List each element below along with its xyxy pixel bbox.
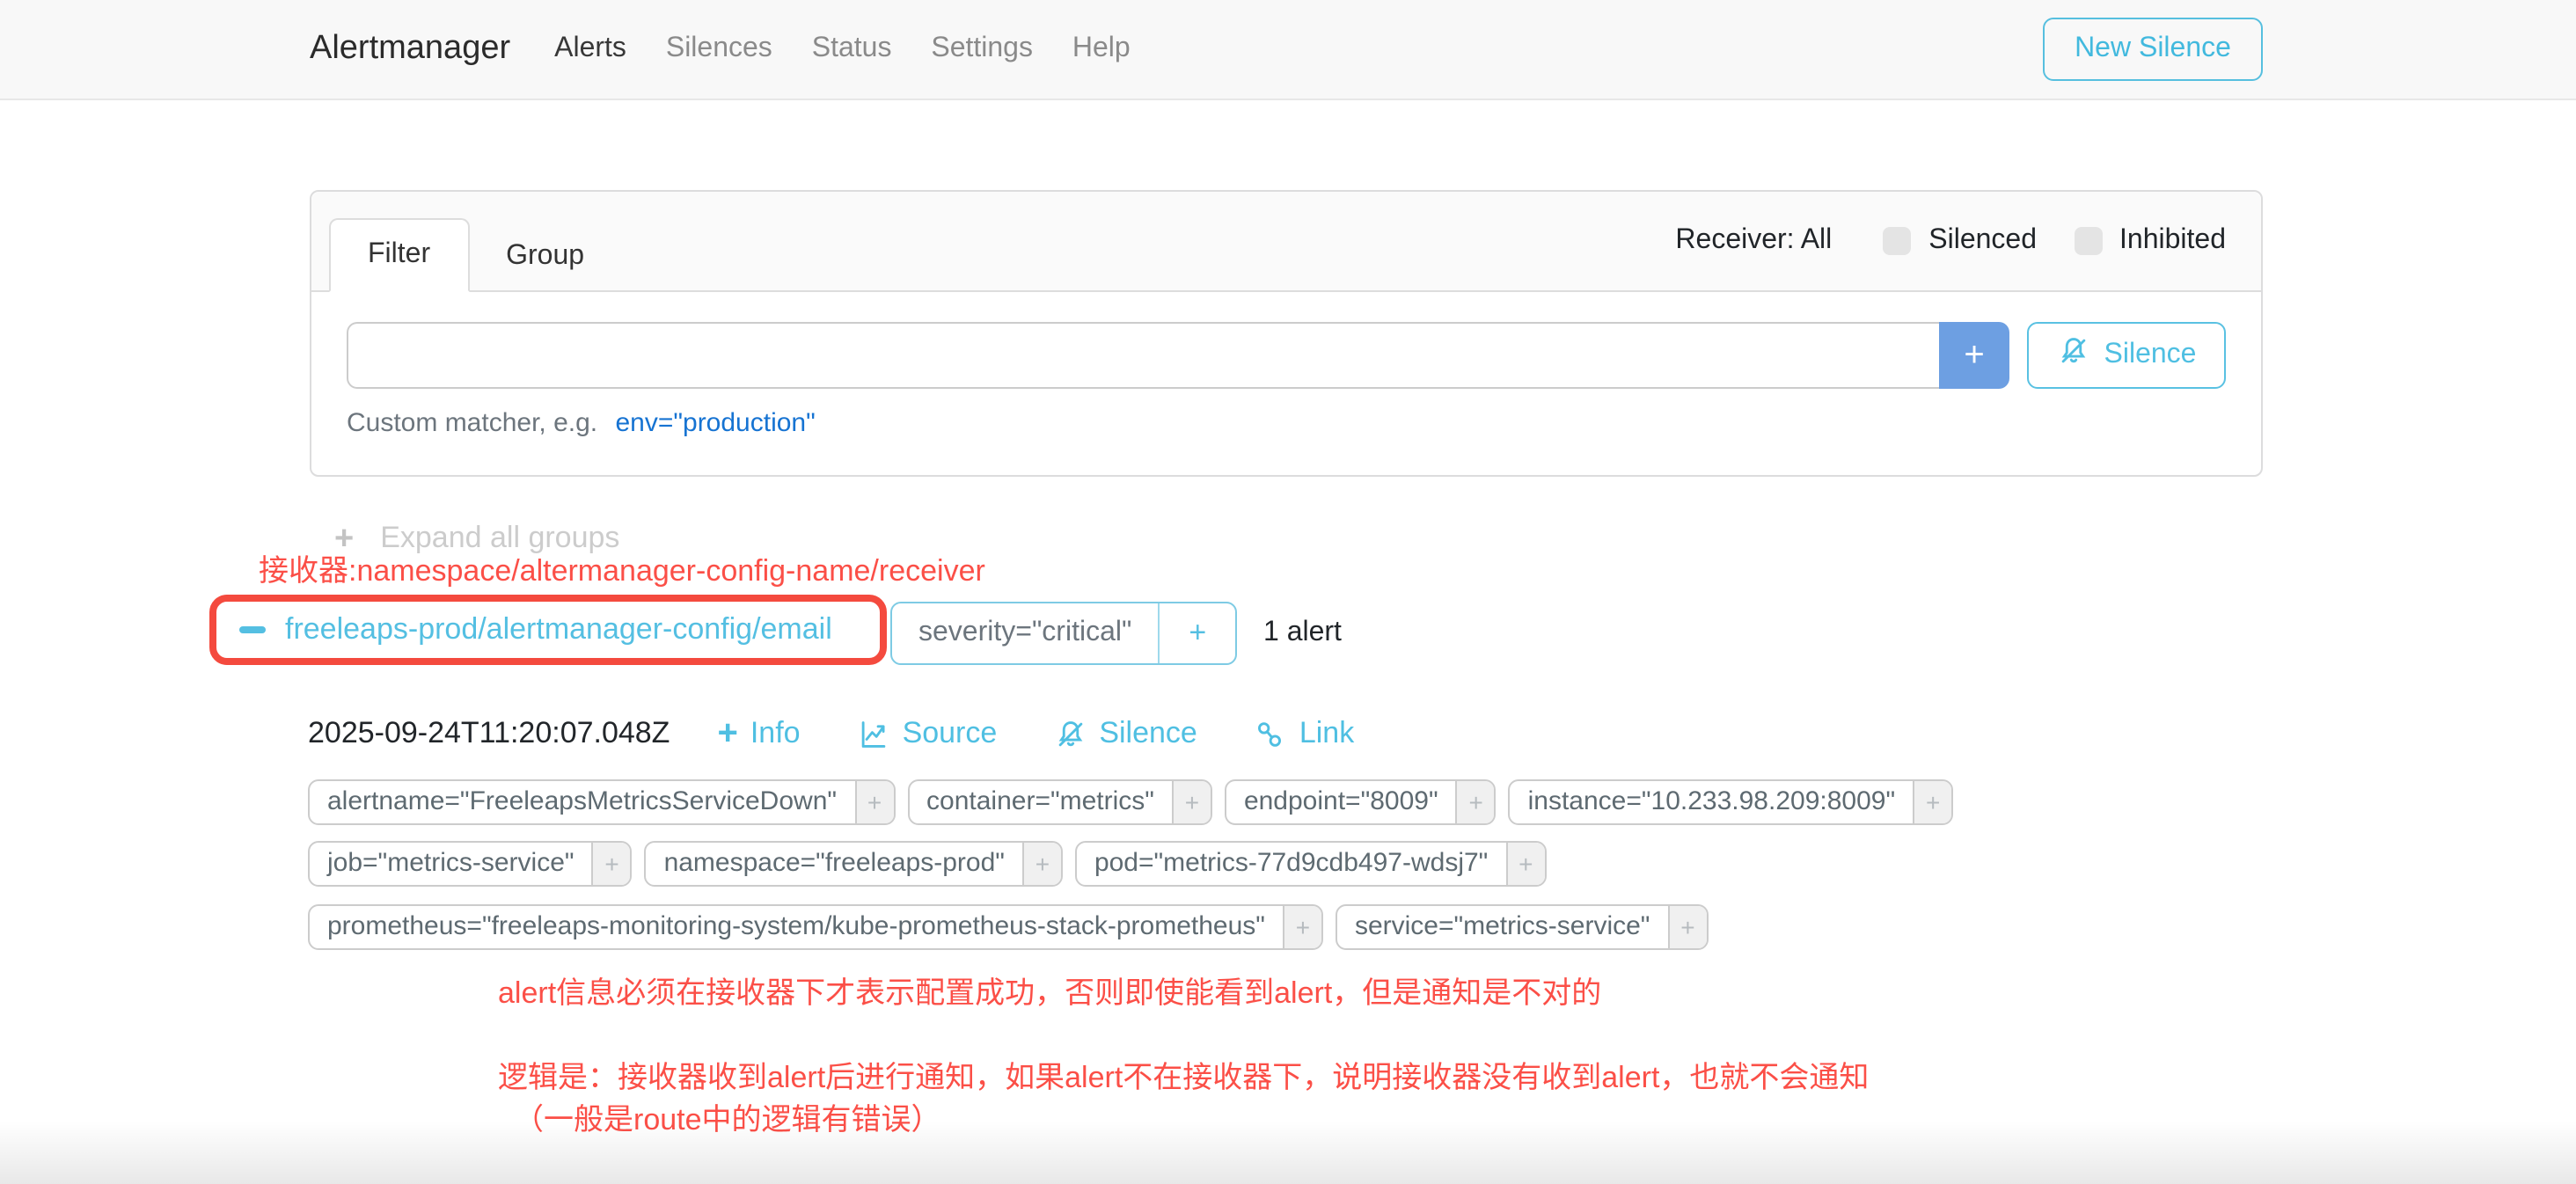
add-label-filter-button[interactable]: + [1913,781,1951,823]
label-text: endpoint="8009" [1226,781,1456,823]
label-text: instance="10.233.98.209:8009" [1511,781,1914,823]
nav-settings[interactable]: Settings [931,33,1033,63]
label-text: prometheus="freeleaps-monitoring-system/… [310,906,1283,948]
label-text: pod="metrics-77d9cdb497-wdsj7" [1077,843,1505,885]
add-label-filter-button[interactable]: + [1456,781,1495,823]
silenced-checkbox[interactable] [1883,227,1911,255]
alert-timestamp: 2025-09-24T11:20:07.048Z [308,716,670,751]
matcher-input[interactable] [347,322,1939,389]
add-label-filter-button[interactable]: + [1022,843,1061,885]
label-text: container="metrics" [909,781,1172,823]
bell-slash-icon [2057,334,2090,376]
label-chip-container: container="metrics" + [907,779,1212,825]
silence-button[interactable]: Silence [2027,322,2226,389]
plus-icon: + [717,716,737,751]
bell-slash-icon [1053,717,1087,750]
link-label: Link [1299,716,1354,751]
silence-button-label: Silence [2104,340,2197,371]
tab-group[interactable]: Group [469,222,621,292]
silenced-checkbox-label: Silenced [1928,225,2037,257]
label-chip-endpoint: endpoint="8009" + [1225,779,1497,825]
new-silence-button[interactable]: New Silence [2043,18,2263,81]
add-group-matcher-button[interactable]: + [1160,603,1235,663]
annotation-note-1: alert信息必须在接收器下才表示配置成功，否则即使能看到alert，但是通知是… [498,968,1601,1012]
group-matcher-chip: severity="critical" + [890,602,1237,665]
main-nav: Alerts Silences Status Settings Help [554,33,1162,65]
info-toggle-link[interactable]: + Info [717,716,800,751]
add-label-filter-button[interactable]: + [592,843,631,885]
page: Alertmanager Alerts Silences Status Sett… [0,0,2576,1184]
annotation-receiver-note: 接收器:namespace/altermanager-config-name/r… [259,545,985,589]
matcher-hint: Custom matcher, e.g. env="production" [347,408,2226,438]
inhibited-checkbox[interactable] [2074,227,2102,255]
matcher-example-link[interactable]: env="production" [615,408,815,438]
label-text: service="metrics-service" [1337,906,1668,948]
add-label-filter-button[interactable]: + [1172,781,1211,823]
label-chip-prometheus: prometheus="freeleaps-monitoring-system/… [308,904,1323,950]
silenced-checkbox-row[interactable]: Silenced [1883,225,2037,257]
alert-count: 1 alert [1263,602,1342,665]
label-chip-namespace: namespace="freeleaps-prod" + [645,841,1063,887]
label-chip-job: job="metrics-service" + [308,841,633,887]
alert-labels-row-1: alertname="FreeleapsMetricsServiceDown" … [308,779,1953,825]
label-chip-pod: pod="metrics-77d9cdb497-wdsj7" + [1075,841,1546,887]
filter-panel-header: Filter Group Receiver: All Silenced Inhi… [311,192,2261,292]
nav-status[interactable]: Status [812,33,892,63]
generator-link[interactable]: Link [1254,716,1354,751]
inhibited-checkbox-row[interactable]: Inhibited [2074,225,2226,257]
alert-labels-row-2: job="metrics-service" + namespace="freel… [308,841,1546,887]
add-label-filter-button[interactable]: + [1667,906,1706,948]
nav-alerts[interactable]: Alerts [554,33,626,63]
link-icon [1254,717,1287,750]
add-label-filter-button[interactable]: + [1283,906,1321,948]
add-matcher-button[interactable]: + [1939,322,2009,389]
add-label-filter-button[interactable]: + [854,781,893,823]
label-text: namespace="freeleaps-prod" [647,843,1022,885]
silence-alert-label: Silence [1099,716,1197,751]
receiver-group-label: freeleaps-prod/alertmanager-config/email [285,612,832,647]
inhibited-checkbox-label: Inhibited [2119,225,2226,257]
tab-filter[interactable]: Filter [329,218,469,292]
nav-silences[interactable]: Silences [666,33,772,63]
nav-help[interactable]: Help [1072,33,1131,63]
app-brand[interactable]: Alertmanager [310,30,510,69]
filter-panel-body: + Silence Custom matcher, e.g. env="prod… [311,292,2261,438]
annotation-note-2: 逻辑是：接收器收到alert后进行通知，如果alert不在接收器下，说明接收器没… [498,1052,1869,1096]
panel-tabs: Filter Group [329,218,621,292]
bottom-shadow [0,1121,2576,1184]
chart-icon [857,717,890,750]
info-label: Info [750,716,801,751]
matcher-hint-text: Custom matcher, e.g. [347,408,597,438]
top-navbar: Alertmanager Alerts Silences Status Sett… [0,0,2576,100]
label-chip-alertname: alertname="FreeleapsMetricsServiceDown" … [308,779,895,825]
filter-panel: Filter Group Receiver: All Silenced Inhi… [310,190,2263,477]
silence-alert-link[interactable]: Silence [1053,716,1197,751]
source-label: Source [903,716,998,751]
source-link[interactable]: Source [857,716,998,751]
add-label-filter-button[interactable]: + [1505,843,1544,885]
receiver-filter[interactable]: Receiver: All [1675,225,1832,257]
receiver-group-button[interactable]: freeleaps-prod/alertmanager-config/email [216,612,832,647]
alert-detail-row: 2025-09-24T11:20:07.048Z + Info Source [308,716,1410,751]
alert-labels-row-3: prometheus="freeleaps-monitoring-system/… [308,904,1708,950]
minus-icon [239,626,266,633]
label-text: alertname="FreeleapsMetricsServiceDown" [310,781,854,823]
annotation-highlight-box: freeleaps-prod/alertmanager-config/email [209,595,887,665]
label-chip-instance: instance="10.233.98.209:8009" + [1509,779,1954,825]
label-text: job="metrics-service" [310,843,592,885]
label-chip-service: service="metrics-service" + [1336,904,1709,950]
group-matcher-label: severity="critical" [892,603,1160,663]
annotation-note-3: （一般是route中的逻辑有错误） [514,1094,941,1138]
